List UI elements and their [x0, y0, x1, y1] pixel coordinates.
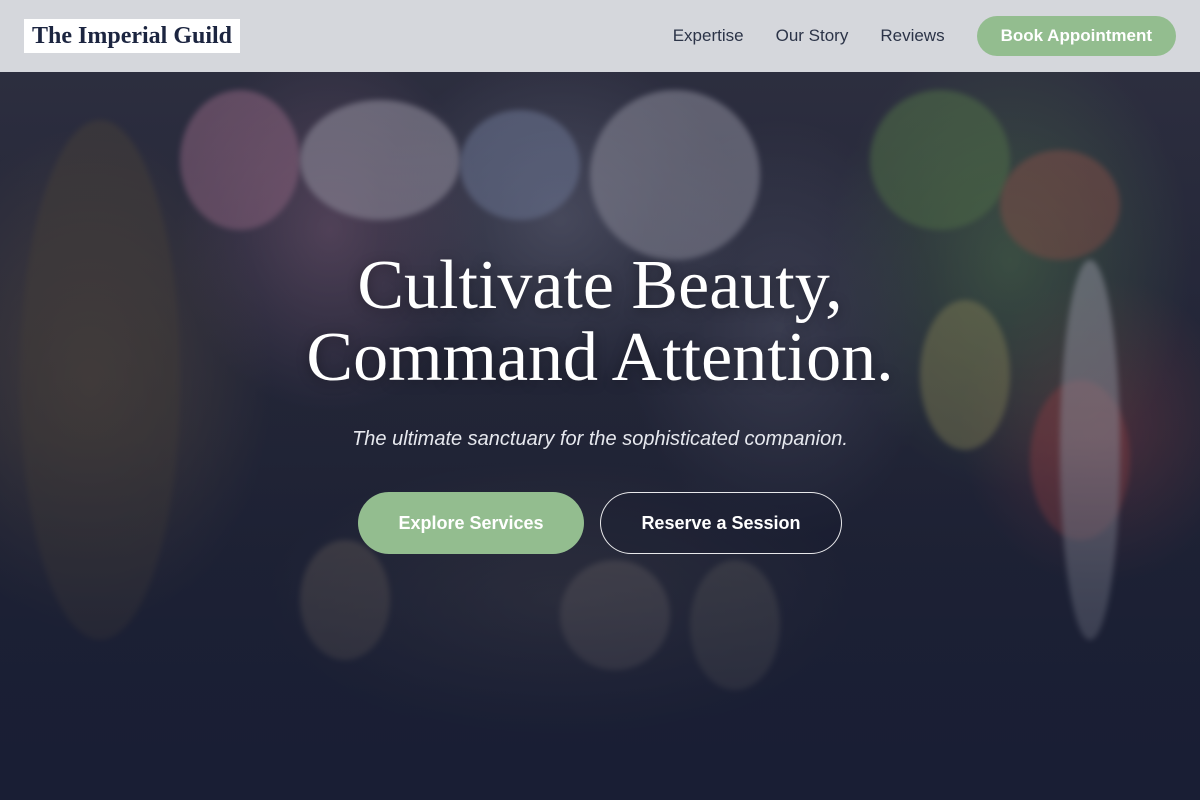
- main-nav: Expertise Our Story Reviews Book Appoint…: [673, 0, 1176, 72]
- nav-link-reviews[interactable]: Reviews: [880, 26, 944, 46]
- book-appointment-button[interactable]: Book Appointment: [976, 16, 1176, 56]
- hero-section: Cultivate Beauty, Command Attention. The…: [0, 250, 1200, 554]
- top-navigation-bar: The Imperial Guild Expertise Our Story R…: [0, 0, 1200, 72]
- hero-button-group: Explore Services Reserve a Session: [0, 492, 1200, 554]
- explore-services-button[interactable]: Explore Services: [358, 492, 584, 554]
- landing-page: The Imperial Guild Expertise Our Story R…: [0, 0, 1200, 800]
- nav-link-our-story[interactable]: Our Story: [776, 26, 849, 46]
- hero-subtitle: The ultimate sanctuary for the sophistic…: [352, 428, 848, 450]
- reserve-session-button[interactable]: Reserve a Session: [600, 492, 842, 554]
- brand-logo[interactable]: The Imperial Guild: [24, 19, 241, 53]
- hero-headline-line-1: Cultivate Beauty,: [357, 247, 843, 324]
- hero-headline: Cultivate Beauty, Command Attention.: [0, 250, 1200, 394]
- hero-headline-line-2: Command Attention.: [306, 319, 894, 396]
- nav-link-expertise[interactable]: Expertise: [673, 26, 744, 46]
